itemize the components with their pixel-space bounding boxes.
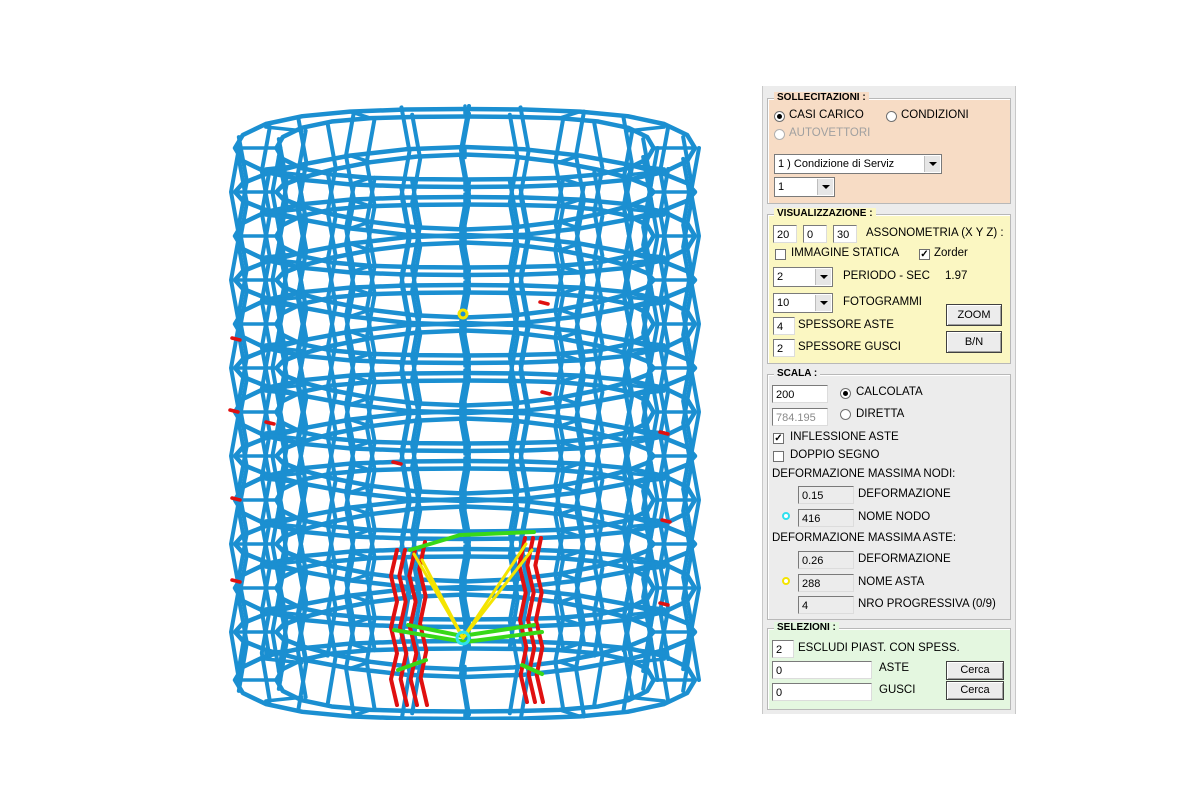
autovettori-radio[interactable] (774, 129, 785, 140)
gusci-search-input[interactable]: 0 (772, 683, 872, 701)
visualizzazione-group: VISUALIZZAZIONE : 20 0 30 ASSONOMETRIA (… (767, 208, 1011, 364)
spessore-gusci-label: SPESSORE GUSCI (798, 341, 901, 353)
aste-search-input[interactable]: 0 (772, 661, 872, 679)
spessore-gusci-input[interactable]: 2 (773, 339, 795, 357)
red-tick (658, 430, 670, 436)
immagine-statica-label[interactable]: IMMAGINE STATICA (791, 247, 899, 259)
bn-button[interactable]: B/N (946, 331, 1002, 353)
sollecitazioni-group: SOLLECITAZIONI : CASI CARICO CONDIZIONI … (767, 92, 1011, 204)
asta-label: NOME ASTA (858, 576, 925, 588)
inflessione-aste-checkbox[interactable]: ✓ (773, 433, 784, 444)
zorder-label[interactable]: Zorder (934, 247, 968, 259)
red-tick (230, 336, 242, 342)
aste-label: ASTE (879, 662, 910, 674)
chevron-down-icon[interactable] (815, 269, 831, 285)
structure-3d-viewport[interactable] (180, 80, 740, 724)
spessore-aste-input[interactable]: 4 (773, 317, 795, 335)
calcolata-radio[interactable] (840, 388, 851, 399)
scala-title: SCALA : (774, 368, 821, 379)
chevron-down-icon[interactable] (815, 295, 831, 311)
asta-value: 288 (798, 574, 854, 592)
assonometria-x-input[interactable]: 20 (773, 225, 797, 243)
red-tick (540, 390, 552, 396)
cerca-aste-button[interactable]: Cerca (946, 661, 1004, 680)
aste-deformazione-value: 0.26 (798, 551, 854, 569)
escludi-label: ESCLUDI PIAST. CON SPESS. (798, 642, 960, 654)
periodo-select[interactable]: 2 (773, 267, 833, 287)
selezioni-group: SELEZIONI : 2 ESCLUDI PIAST. CON SPESS. … (767, 622, 1011, 710)
red-tick (391, 460, 403, 466)
selezioni-title: SELEZIONI : (774, 622, 839, 633)
diretta-radio[interactable] (840, 409, 851, 420)
nodo-value: 416 (798, 509, 854, 527)
gusci-label: GUSCI (879, 684, 916, 696)
zoom-button[interactable]: ZOOM (946, 304, 1002, 326)
caso-number-select[interactable]: 1 (774, 177, 835, 197)
scala-diretta-input[interactable]: 784.195 (772, 408, 828, 426)
immagine-statica-checkbox[interactable] (775, 249, 786, 260)
assonometria-y-input[interactable]: 0 (803, 225, 827, 243)
radial-link (264, 163, 304, 171)
periodo-select-value: 2 (777, 271, 784, 283)
condizioni-radio[interactable] (886, 111, 897, 122)
visualizzazione-title: VISUALIZZAZIONE : (774, 208, 876, 219)
periodo-label: PERIODO - SEC (843, 270, 930, 282)
assonometria-label: ASSONOMETRIA (X Y Z) : (866, 227, 1004, 239)
aste-deformazione-label: DEFORMAZIONE (858, 553, 951, 565)
condizione-select[interactable]: 1 ) Condizione di Serviz (774, 154, 942, 174)
red-tick (230, 496, 242, 502)
red-tick (658, 601, 670, 607)
blue-frame-members (229, 104, 701, 724)
scala-calcolata-input[interactable]: 200 (772, 385, 828, 403)
nodi-deformazione-label: DEFORMAZIONE (858, 488, 951, 500)
progressiva-label: NRO PROGRESSIVA (0/9) (858, 598, 996, 610)
condizioni-label[interactable]: CONDIZIONI (901, 109, 969, 121)
radial-link (626, 695, 666, 703)
inflessione-aste-label[interactable]: INFLESSIONE ASTE (790, 431, 899, 443)
caso-number-value: 1 (778, 181, 785, 193)
node-marker-icon (782, 512, 790, 520)
diretta-label[interactable]: DIRETTA (856, 408, 904, 420)
fotogrammi-select[interactable]: 10 (773, 293, 833, 313)
red-tick (228, 408, 240, 414)
spessore-aste-label: SPESSORE ASTE (798, 319, 894, 331)
nodi-deformazione-value: 0.15 (798, 486, 854, 504)
fotogrammi-label: FOTOGRAMMI (843, 296, 923, 308)
doppio-segno-label[interactable]: DOPPIO SEGNO (790, 449, 879, 461)
zorder-checkbox[interactable]: ✓ (919, 249, 930, 260)
red-tick (660, 518, 672, 524)
assonometria-z-input[interactable]: 30 (833, 225, 857, 243)
def-nodi-title: DEFORMAZIONE MASSIMA NODI: (772, 468, 956, 480)
asta-marker-icon (782, 577, 790, 585)
def-aste-title: DEFORMAZIONE MASSIMA ASTE: (772, 532, 957, 544)
fotogrammi-select-value: 10 (777, 297, 790, 309)
casi-carico-radio[interactable] (774, 111, 785, 122)
red-tick (264, 420, 276, 426)
casi-carico-label[interactable]: CASI CARICO (789, 109, 864, 121)
red-tick (538, 300, 550, 306)
periodo-value: 1.97 (945, 270, 968, 282)
progressiva-value: 4 (798, 596, 854, 614)
escludi-spessore-input[interactable]: 2 (772, 640, 794, 658)
calcolata-label[interactable]: CALCOLATA (856, 386, 923, 398)
autovettori-label: AUTOVETTORI (789, 127, 871, 139)
red-tick (230, 578, 242, 584)
scala-group: SCALA : 200 CALCOLATA 784.195 DIRETTA ✓ … (767, 368, 1011, 620)
control-panel: SOLLECITAZIONI : CASI CARICO CONDIZIONI … (762, 86, 1016, 714)
chevron-down-icon[interactable] (924, 156, 940, 172)
nodo-label: NOME NODO (858, 511, 931, 523)
structure-drawing[interactable] (180, 80, 740, 724)
chevron-down-icon[interactable] (817, 179, 833, 195)
radial-link (626, 125, 666, 133)
app-window: SOLLECITAZIONI : CASI CARICO CONDIZIONI … (0, 0, 1200, 800)
condizione-select-value: 1 ) Condizione di Serviz (778, 158, 895, 170)
sollecitazioni-title: SOLLECITAZIONI : (774, 92, 869, 103)
cerca-gusci-button[interactable]: Cerca (946, 681, 1004, 700)
doppio-segno-checkbox[interactable] (773, 451, 784, 462)
